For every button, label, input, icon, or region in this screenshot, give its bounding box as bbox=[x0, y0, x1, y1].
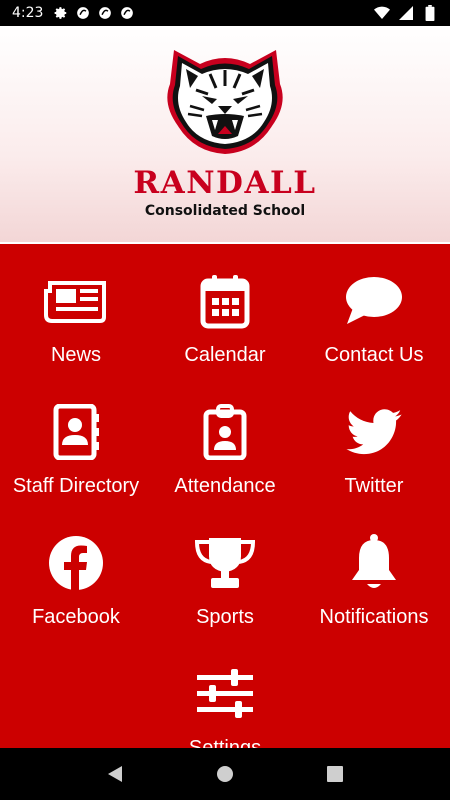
wifi-icon bbox=[374, 5, 390, 21]
menu-tile-contact-us[interactable]: Contact Us bbox=[299, 244, 449, 375]
address-book-icon bbox=[44, 403, 108, 461]
menu-tile-facebook[interactable]: Facebook bbox=[1, 506, 151, 637]
menu-label: Calendar bbox=[184, 344, 266, 366]
bell-icon bbox=[342, 534, 406, 592]
system-icons bbox=[374, 5, 438, 21]
navigation-bar bbox=[0, 748, 450, 800]
school-header: RANDALL Consolidated School bbox=[0, 26, 450, 242]
menu-label: Settings bbox=[188, 737, 262, 748]
menu-tile-sports[interactable]: Sports bbox=[150, 506, 300, 637]
menu-label: Staff Directory bbox=[12, 475, 140, 497]
twitter-bird-icon bbox=[342, 403, 406, 461]
settings-gear-icon bbox=[53, 5, 69, 21]
menu-tile-attendance[interactable]: Attendance bbox=[150, 375, 300, 506]
status-time: 4:23 bbox=[12, 5, 44, 21]
menu-label: Notifications bbox=[319, 606, 429, 628]
menu-tile-calendar[interactable]: Calendar bbox=[150, 244, 300, 375]
menu-tile-news[interactable]: News bbox=[1, 244, 151, 375]
recents-icon[interactable] bbox=[315, 754, 355, 794]
newspaper-icon bbox=[44, 272, 108, 330]
wildcat-logo bbox=[167, 50, 283, 154]
battery-icon bbox=[422, 5, 438, 21]
menu-label: Twitter bbox=[344, 475, 404, 497]
calendar-icon bbox=[193, 272, 257, 330]
chat-bubble-icon bbox=[342, 272, 406, 330]
id-badge-icon bbox=[193, 403, 257, 461]
menu-tile-settings[interactable]: Settings bbox=[150, 637, 300, 748]
signal-icon bbox=[398, 5, 414, 21]
menu-grid: News Calendar Contact Us Staff Directory… bbox=[0, 244, 450, 748]
sync-icon bbox=[97, 5, 113, 21]
notification-icons bbox=[53, 5, 135, 21]
menu-label: News bbox=[50, 344, 101, 366]
menu-label: Facebook bbox=[32, 606, 120, 628]
school-name: RANDALL bbox=[133, 165, 317, 201]
home-icon[interactable] bbox=[205, 754, 245, 794]
sync-icon bbox=[75, 5, 91, 21]
school-subtitle: Consolidated School bbox=[144, 203, 306, 219]
sync-icon bbox=[119, 5, 135, 21]
menu-tile-staff-directory[interactable]: Staff Directory bbox=[1, 375, 151, 506]
facebook-icon bbox=[44, 534, 108, 592]
menu-label: Contact Us bbox=[324, 344, 424, 366]
menu-label: Sports bbox=[196, 606, 254, 628]
menu-label: Attendance bbox=[174, 475, 276, 497]
menu-tile-notifications[interactable]: Notifications bbox=[299, 506, 449, 637]
trophy-icon bbox=[193, 534, 257, 592]
menu-tile-twitter[interactable]: Twitter bbox=[299, 375, 449, 506]
sliders-icon bbox=[193, 665, 257, 723]
back-icon[interactable] bbox=[95, 754, 135, 794]
status-bar: 4:23 bbox=[0, 0, 450, 26]
